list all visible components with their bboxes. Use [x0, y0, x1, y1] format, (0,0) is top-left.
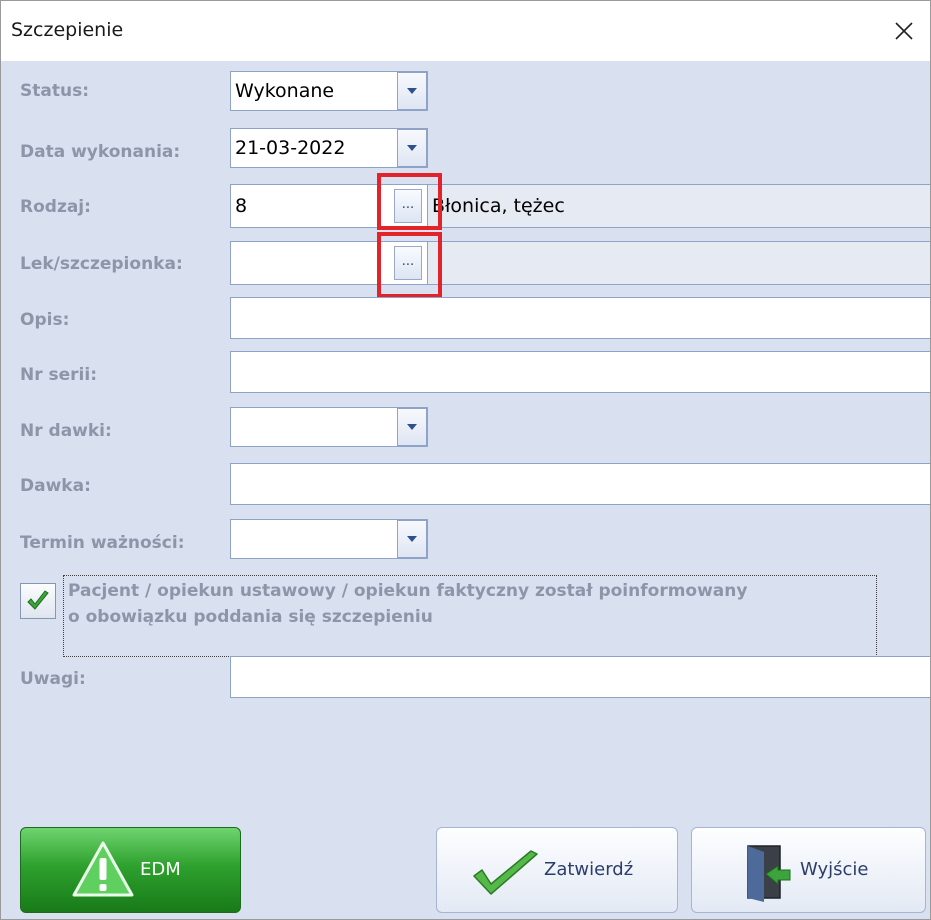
rodzaj-browse-button[interactable]: ...: [394, 189, 422, 223]
checkmark-icon: [27, 590, 49, 610]
confirm-button[interactable]: Zatwierdź: [436, 827, 678, 913]
termin-dropdown-button[interactable]: [397, 520, 427, 558]
date-value: 21-03-2022: [235, 137, 346, 159]
rodzaj-description-value: Błonica, tężec: [432, 195, 565, 217]
uwagi-input[interactable]: [230, 656, 930, 698]
nr-dawki-label: Nr dawki:: [20, 421, 112, 441]
dawka-input[interactable]: [230, 463, 930, 505]
title-bar: Szczepienie: [1, 1, 930, 61]
nr-serii-input[interactable]: [230, 351, 930, 393]
termin-label: Termin ważności:: [20, 533, 185, 553]
status-select[interactable]: Wykonane: [230, 71, 428, 111]
rodzaj-description: Błonica, tężec: [427, 184, 930, 228]
edm-button-label: EDM: [140, 859, 181, 880]
nr-dawki-dropdown-button[interactable]: [397, 408, 427, 446]
close-icon: [895, 22, 913, 40]
dropdown-arrow-icon: [407, 88, 417, 94]
status-label: Status:: [20, 81, 89, 101]
uwagi-label: Uwagi:: [20, 669, 86, 689]
confirm-button-label: Zatwierdź: [544, 859, 634, 880]
status-dropdown-button[interactable]: [397, 72, 427, 110]
date-picker[interactable]: 21-03-2022: [230, 128, 428, 168]
termin-picker[interactable]: [230, 519, 428, 559]
edm-button[interactable]: EDM: [20, 827, 241, 913]
date-dropdown-button[interactable]: [397, 129, 427, 167]
vaccination-dialog: Szczepienie Status: Wykonane Data wykona…: [0, 0, 931, 920]
dawka-label: Dawka:: [20, 476, 91, 496]
exit-door-icon: [747, 845, 791, 902]
dropdown-arrow-icon: [407, 536, 417, 542]
nr-dawki-select[interactable]: [230, 407, 428, 447]
opis-input[interactable]: [230, 297, 930, 339]
dialog-title: Szczepienie: [11, 19, 124, 41]
rodzaj-label: Rodzaj:: [20, 197, 91, 217]
checkmark-icon: [473, 850, 538, 895]
dropdown-arrow-icon: [407, 145, 417, 151]
exit-button[interactable]: Wyjście: [691, 827, 926, 913]
status-value: Wykonane: [235, 80, 335, 102]
lek-label: Lek/szczepionka:: [20, 254, 183, 274]
lek-browse-button[interactable]: ...: [394, 246, 422, 280]
exit-button-label: Wyjście: [800, 859, 869, 880]
informed-checkbox[interactable]: [20, 583, 56, 619]
informed-label-line1: Pacjent / opiekun ustawowy / opiekun fak…: [68, 581, 748, 601]
warning-icon: [72, 841, 134, 897]
date-label: Data wykonania:: [20, 142, 181, 162]
lek-description: [427, 241, 930, 285]
nr-serii-label: Nr serii:: [20, 365, 98, 385]
dropdown-arrow-icon: [407, 424, 417, 430]
informed-label-line2: o obowiązku poddania się szczepieniu: [68, 607, 433, 627]
rodzaj-code-value: 8: [235, 195, 248, 217]
informed-checkbox-label[interactable]: Pacjent / opiekun ustawowy / opiekun fak…: [63, 575, 877, 657]
opis-label: Opis:: [20, 310, 70, 330]
close-button[interactable]: [884, 11, 924, 51]
